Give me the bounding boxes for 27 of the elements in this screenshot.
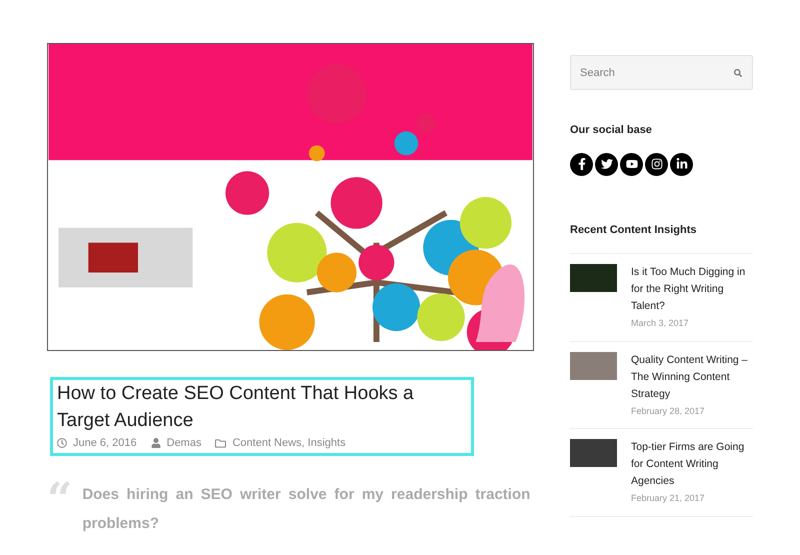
- search-field[interactable]: Search: [570, 55, 753, 90]
- post-categories: Content News, Insights: [232, 436, 346, 451]
- pull-quote: Does hiring an SEO writer solve for my readership traction problems?: [82, 484, 530, 534]
- clock-icon: [57, 438, 67, 448]
- user-icon: [150, 438, 161, 448]
- post-thumbnail[interactable]: [570, 439, 617, 467]
- linkedin-icon[interactable]: [670, 152, 693, 176]
- social-heading: Our social base: [570, 123, 653, 138]
- recent-post-date: March 3, 2017: [631, 317, 690, 330]
- recent-post-date: February 21, 2017: [631, 492, 706, 505]
- post-thumbnail[interactable]: [570, 264, 617, 292]
- instagram-icon[interactable]: [645, 152, 668, 176]
- recent-post-link[interactable]: Top-tier Firms are Going for Content Writing Agencies: [631, 439, 753, 490]
- facebook-icon[interactable]: [570, 152, 593, 176]
- post-author: Demas: [166, 436, 202, 451]
- recent-heading: Recent Content Insights: [570, 222, 698, 238]
- post-thumbnail[interactable]: [570, 352, 617, 380]
- twitter-icon[interactable]: [595, 152, 618, 176]
- youtube-icon[interactable]: [620, 152, 643, 176]
- recent-post-link[interactable]: Quality Content Writing – The Winning Content Strategy: [631, 352, 753, 402]
- post-date: June 6, 2016: [73, 436, 137, 451]
- post-title: How to Create SEO Content That Hooks a Target Audience: [57, 382, 415, 433]
- recent-post-link[interactable]: Is it Too Much Digging in for the Right Writing Talent?: [631, 264, 753, 315]
- search-icon[interactable]: [734, 69, 742, 77]
- quote-mark: “: [47, 480, 72, 514]
- recent-post-date: February 28, 2017: [631, 404, 706, 418]
- folder-icon: [215, 438, 226, 449]
